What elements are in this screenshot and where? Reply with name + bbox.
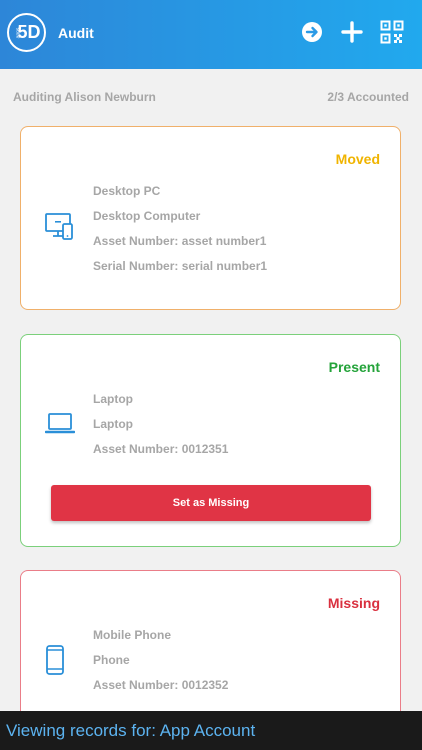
arrow-right-circle-icon[interactable]: [300, 20, 324, 44]
audit-subheader: Auditing Alison Newburn 2/3 Accounted: [13, 90, 409, 104]
page-title: Audit: [58, 25, 94, 41]
laptop-icon: [45, 413, 75, 434]
accounted-count: 2/3 Accounted: [327, 90, 409, 104]
asset-name: Desktop PC: [93, 184, 161, 198]
viewing-records-label: Viewing records for: App Account: [6, 720, 256, 740]
status-badge: Present: [328, 359, 380, 375]
asset-number: Asset Number: 0012352: [93, 678, 229, 692]
serial-number: Serial Number: serial number1: [93, 259, 268, 273]
set-as-missing-button[interactable]: Set as Missing: [51, 485, 371, 521]
status-badge: Moved: [335, 151, 380, 167]
asset-type: Phone: [93, 653, 130, 667]
asset-name: Laptop: [93, 392, 133, 406]
logo-sub-text: apps: [15, 27, 22, 39]
asset-card-present[interactable]: Present Laptop Laptop Asset Number: 0012…: [20, 334, 401, 547]
qr-code-icon[interactable]: [380, 20, 404, 44]
asset-name: Mobile Phone: [93, 628, 171, 642]
asset-card-missing[interactable]: Missing Mobile Phone Phone Asset Number:…: [20, 570, 401, 730]
asset-type: Laptop: [93, 417, 133, 431]
asset-type: Desktop Computer: [93, 209, 201, 223]
auditing-label: Auditing Alison Newburn: [13, 90, 156, 104]
status-badge: Missing: [327, 595, 380, 611]
asset-number: Asset Number: asset number1: [93, 234, 267, 248]
app-logo: apps 5D: [7, 13, 46, 52]
desktop-computer-icon: [45, 213, 73, 240]
mobile-phone-icon: [46, 645, 64, 675]
account-footer: Viewing records for: App Account: [0, 711, 422, 750]
app-header: apps 5D Audit: [0, 0, 422, 69]
plus-icon[interactable]: [340, 20, 364, 44]
asset-card-moved[interactable]: Moved Desktop PC Desktop Computer Asset …: [20, 126, 401, 310]
asset-number: Asset Number: 0012351: [93, 442, 229, 456]
